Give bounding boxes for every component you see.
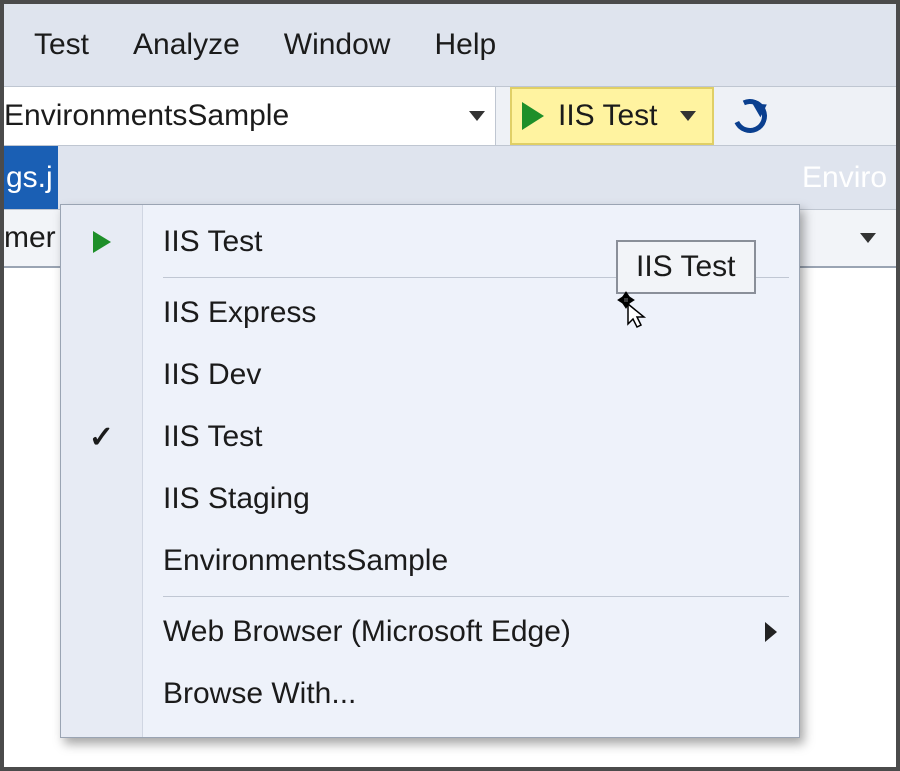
debug-toolbar: EnvironmentsSample IIS Test <box>4 86 896 146</box>
menu-item-label: IIS Express <box>163 296 777 330</box>
menu-item-label: Browse With... <box>163 677 777 711</box>
background-tab-fragment[interactable]: Enviro <box>796 146 896 209</box>
dropdown-caret-icon <box>469 111 485 121</box>
browser-refresh-button[interactable] <box>714 87 786 145</box>
dropdown-caret-icon <box>680 111 696 121</box>
dropdown-caret-icon <box>860 233 876 243</box>
menu-item-label: IIS Dev <box>163 358 777 392</box>
menu-analyze[interactable]: Analyze <box>133 28 240 62</box>
toolbar-spacer <box>496 87 510 145</box>
menu-item-profile-iis-test[interactable]: ✓ IIS Test <box>61 406 799 468</box>
tooltip: IIS Test <box>616 240 756 294</box>
submenu-arrow-icon <box>765 622 777 642</box>
start-debug-label: IIS Test <box>558 99 658 133</box>
active-tab-fragment[interactable]: gs.j <box>4 146 58 209</box>
visual-studio-window: Test Analyze Window Help EnvironmentsSam… <box>0 0 900 771</box>
menu-item-icon-slot <box>61 211 143 273</box>
menu-item-browse-with[interactable]: Browse With... <box>61 663 799 725</box>
menu-window[interactable]: Window <box>284 28 391 62</box>
start-debug-button[interactable]: IIS Test <box>510 87 714 145</box>
menu-separator <box>163 596 789 597</box>
menu-item-icon-slot <box>61 282 143 344</box>
play-icon <box>93 231 111 253</box>
menu-bar: Test Analyze Window Help <box>4 4 896 86</box>
menu-item-icon-slot <box>61 344 143 406</box>
startup-project-label: EnvironmentsSample <box>4 99 289 133</box>
refresh-icon <box>728 94 772 138</box>
menu-item-label: IIS Staging <box>163 482 777 516</box>
play-icon <box>522 102 544 130</box>
menu-item-icon-slot <box>61 468 143 530</box>
checkmark-icon: ✓ <box>89 420 114 455</box>
menu-item-icon-slot <box>61 601 143 663</box>
menu-test[interactable]: Test <box>34 28 89 62</box>
menu-item-icon-slot: ✓ <box>61 406 143 468</box>
menu-item-profile-environmentssample[interactable]: EnvironmentsSample <box>61 530 799 592</box>
menu-help[interactable]: Help <box>434 28 496 62</box>
menu-item-label: IIS Test <box>163 420 777 454</box>
menu-item-icon-slot <box>61 663 143 725</box>
menu-item-label: EnvironmentsSample <box>163 544 777 578</box>
document-tab-strip: gs.j Enviro <box>4 146 896 210</box>
startup-project-combo[interactable]: EnvironmentsSample <box>4 87 496 145</box>
menu-item-web-browser[interactable]: Web Browser (Microsoft Edge) <box>61 601 799 663</box>
menu-item-profile-iis-staging[interactable]: IIS Staging <box>61 468 799 530</box>
nav-dropdown-button[interactable] <box>834 210 894 266</box>
menu-item-label: Web Browser (Microsoft Edge) <box>163 615 765 649</box>
menu-item-icon-slot <box>61 530 143 592</box>
nav-left-fragment: mer <box>4 221 56 255</box>
menu-item-profile-iis-dev[interactable]: IIS Dev <box>61 344 799 406</box>
